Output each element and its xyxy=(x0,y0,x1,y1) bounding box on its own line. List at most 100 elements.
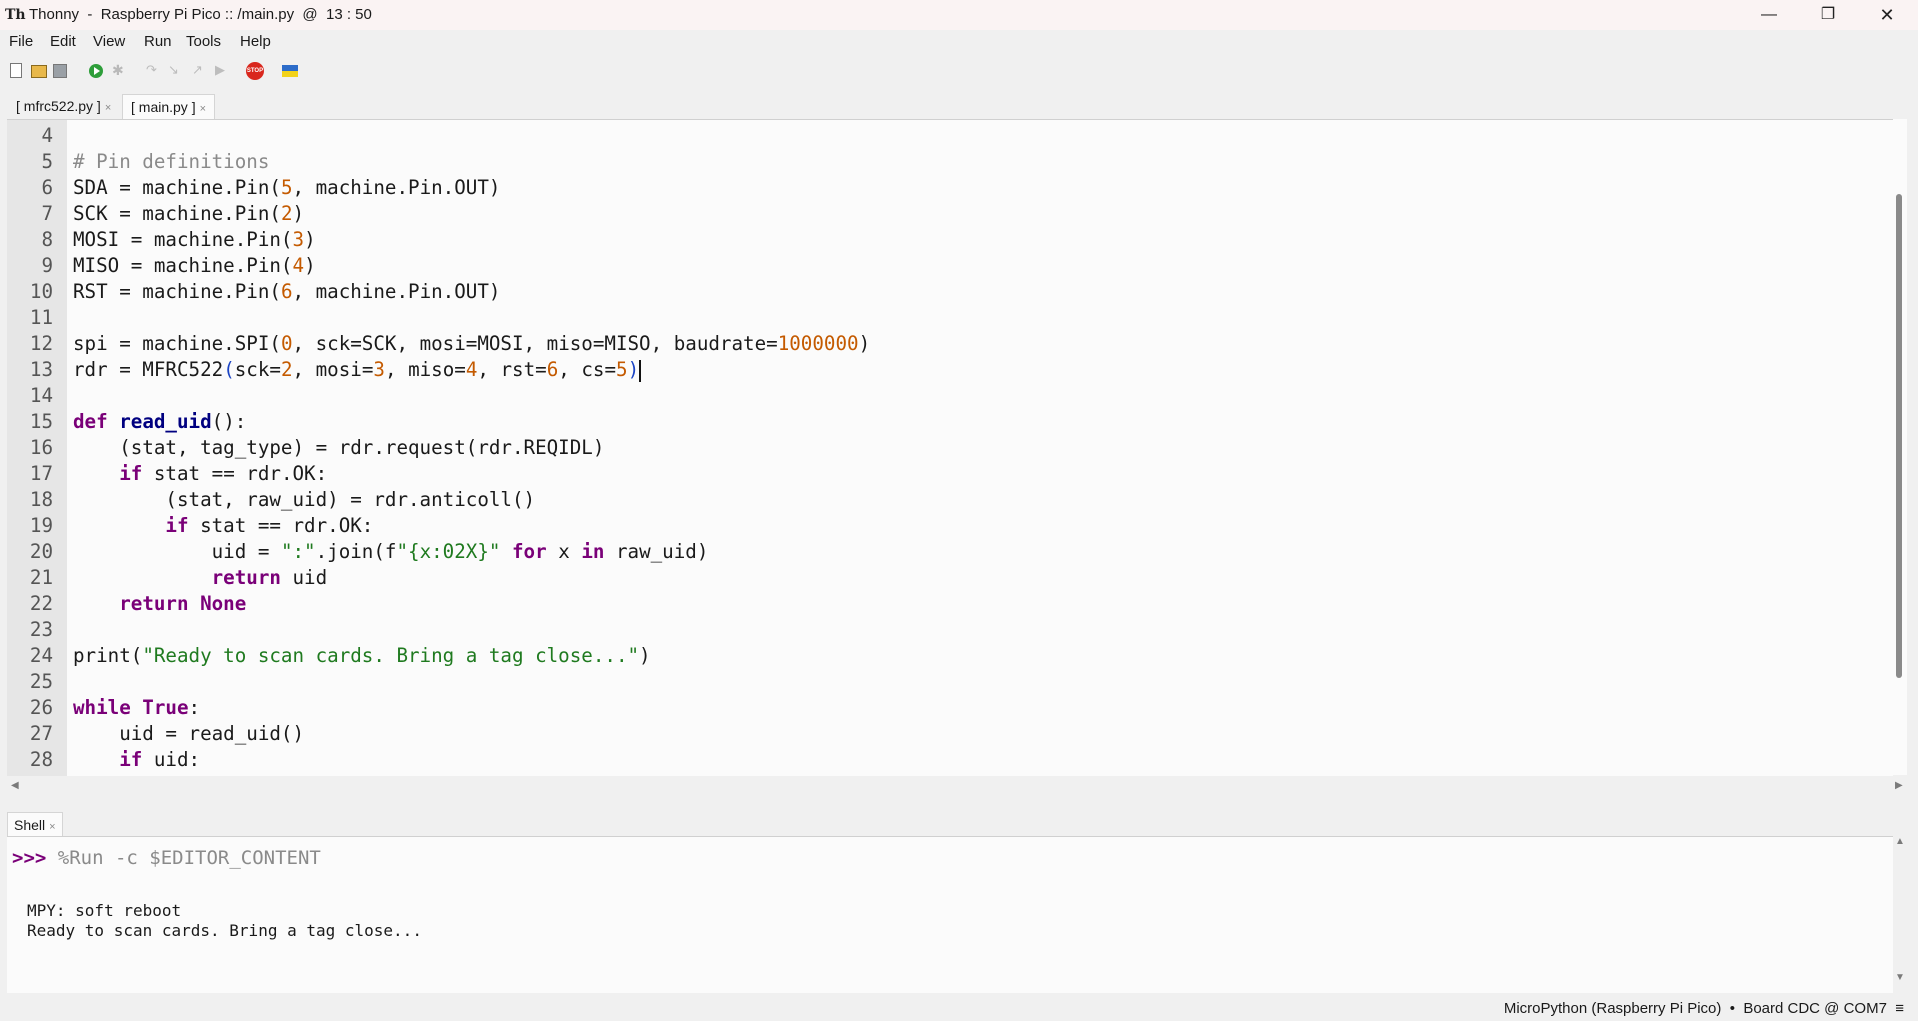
interpreter-status[interactable]: MicroPython (Raspberry Pi Pico) • Board … xyxy=(1504,1000,1904,1017)
code-text: 3 xyxy=(292,228,305,251)
code-text: 6 xyxy=(280,280,293,303)
step-out-icon[interactable]: ↗ xyxy=(192,63,203,78)
tab-shell[interactable]: Shell × xyxy=(7,812,63,837)
code-line: 4 xyxy=(7,123,1887,149)
code-text: , cs= xyxy=(558,358,617,381)
code-text: spi = machine.SPI( xyxy=(73,332,281,355)
debug-icon[interactable]: ✱ xyxy=(112,62,128,78)
line-number: 24 xyxy=(29,644,53,667)
minimize-button[interactable]: — xyxy=(1740,0,1798,30)
line-number: 19 xyxy=(29,514,53,537)
close-button[interactable]: ✕ xyxy=(1858,0,1916,30)
line-number: 22 xyxy=(29,592,53,615)
tab-main[interactable]: [ main.py ] × xyxy=(122,94,216,119)
code-text: MOSI = machine.Pin( xyxy=(73,228,293,251)
shell-panel[interactable]: >>> %Run -c $EDITOR_CONTENT MPY: soft re… xyxy=(7,836,1893,993)
tab-close-icon[interactable]: × xyxy=(105,102,111,114)
scroll-left-icon[interactable]: ◀ xyxy=(11,780,19,791)
status-bar: MicroPython (Raspberry Pi Pico) • Board … xyxy=(0,997,1918,1021)
code-text: x xyxy=(546,540,582,563)
toolbar: ✱ ↷ ↘ ↗ ▶ STOP xyxy=(0,56,1918,86)
code-line: 20 uid = ":".join(f"{x:02X}" for x in ra… xyxy=(7,539,1887,565)
code-text: sck= xyxy=(234,358,281,381)
code-text: 5 xyxy=(280,176,293,199)
menu-run[interactable]: Run xyxy=(144,33,172,50)
scroll-down-icon[interactable]: ▼ xyxy=(1893,972,1907,992)
scroll-right-icon[interactable]: ▶ xyxy=(1895,780,1903,791)
line-number: 10 xyxy=(29,280,53,303)
code-text: ) xyxy=(639,644,651,667)
code-text: ) xyxy=(627,358,640,381)
code-text: return None xyxy=(119,592,247,615)
code-text: (): xyxy=(211,410,247,433)
window-title: Thonny - Raspberry Pi Pico :: /main.py @… xyxy=(29,6,372,23)
code-text: in xyxy=(581,540,605,563)
tab-close-icon[interactable]: × xyxy=(200,103,206,115)
code-text: uid = xyxy=(73,540,281,563)
code-line: 12 spi = machine.SPI(0, sck=SCK, mosi=MOS… xyxy=(7,331,1887,357)
code-text: if xyxy=(165,514,189,537)
line-number: 4 xyxy=(41,124,53,147)
scroll-up-icon[interactable]: ▲ xyxy=(1893,836,1907,856)
menu-tools[interactable]: Tools xyxy=(186,33,221,50)
tab-close-icon[interactable]: × xyxy=(49,821,55,833)
resume-icon[interactable]: ▶ xyxy=(215,63,225,78)
code-line: 17 if stat == rdr.OK: xyxy=(7,461,1887,487)
code-line: 15 def read_uid(): xyxy=(7,409,1887,435)
thonny-logo-icon: Th xyxy=(5,7,26,23)
code-text: uid xyxy=(280,566,328,589)
step-into-icon[interactable]: ↘ xyxy=(168,63,179,78)
code-line: 16 (stat, tag_type) = rdr.request(rdr.RE… xyxy=(7,435,1887,461)
editor-scroll-thumb[interactable] xyxy=(1896,194,1902,678)
open-file-icon[interactable] xyxy=(31,65,47,78)
menu-help[interactable]: Help xyxy=(240,33,271,50)
line-number: 26 xyxy=(29,696,53,719)
stop-icon[interactable]: STOP xyxy=(246,62,264,80)
text-cursor xyxy=(639,359,642,382)
title-bar: Th Thonny - Raspberry Pi Pico :: /main.p… xyxy=(0,0,1918,30)
code-line: 22 return None xyxy=(7,591,1887,617)
code-line: 14 xyxy=(7,383,1887,409)
code-text: if xyxy=(119,462,143,485)
editor-horizontal-scrollbar[interactable]: ◀ ▶ xyxy=(7,776,1907,796)
line-number: 8 xyxy=(41,228,53,251)
save-icon[interactable] xyxy=(53,64,67,78)
line-number: 20 xyxy=(29,540,53,563)
code-text: ( xyxy=(223,358,235,381)
line-number: 15 xyxy=(29,410,53,433)
maximize-button[interactable]: ❐ xyxy=(1799,0,1857,30)
code-text: 4 xyxy=(292,254,305,277)
menu-edit[interactable]: Edit xyxy=(50,33,76,50)
line-number: 11 xyxy=(29,306,53,329)
line-number: 12 xyxy=(29,332,53,355)
code-text: for xyxy=(512,540,547,563)
code-text: 6 xyxy=(546,358,559,381)
line-number: 21 xyxy=(29,566,53,589)
run-icon[interactable] xyxy=(89,64,103,78)
menu-view[interactable]: View xyxy=(93,33,125,50)
menu-bar: File Edit View Run Tools Help xyxy=(0,30,1918,54)
code-text: ) xyxy=(304,254,316,277)
line-number: 27 xyxy=(29,722,53,745)
shell-prompt: >>> xyxy=(12,847,58,869)
code-line: 9 MISO = machine.Pin(4) xyxy=(7,253,1887,279)
code-text: # Pin definitions xyxy=(73,150,270,173)
code-line: 5 # Pin definitions xyxy=(7,149,1887,175)
new-file-icon[interactable] xyxy=(10,63,22,78)
code-text: uid: xyxy=(142,748,201,771)
code-text: MISO = machine.Pin( xyxy=(73,254,293,277)
code-text: ) xyxy=(304,228,316,251)
code-editor[interactable]: 4 5 # Pin definitions 6 SDA = machine.Pin(… xyxy=(7,119,1893,776)
code-text: raw_uid) xyxy=(604,540,709,563)
code-text: 5 xyxy=(616,358,628,381)
menu-file[interactable]: File xyxy=(9,33,33,50)
code-text: 1000000 xyxy=(777,332,859,355)
code-text: , mosi= xyxy=(292,358,374,381)
line-number: 17 xyxy=(29,462,53,485)
editor-tabs: [ mfrc522.py ] × [ main.py ] × xyxy=(0,90,1918,119)
step-over-icon[interactable]: ↷ xyxy=(146,63,157,78)
tab-mfrc522[interactable]: [ mfrc522.py ] × xyxy=(8,94,119,118)
ukraine-flag-icon[interactable] xyxy=(282,65,298,77)
code-text: ) xyxy=(292,202,305,225)
